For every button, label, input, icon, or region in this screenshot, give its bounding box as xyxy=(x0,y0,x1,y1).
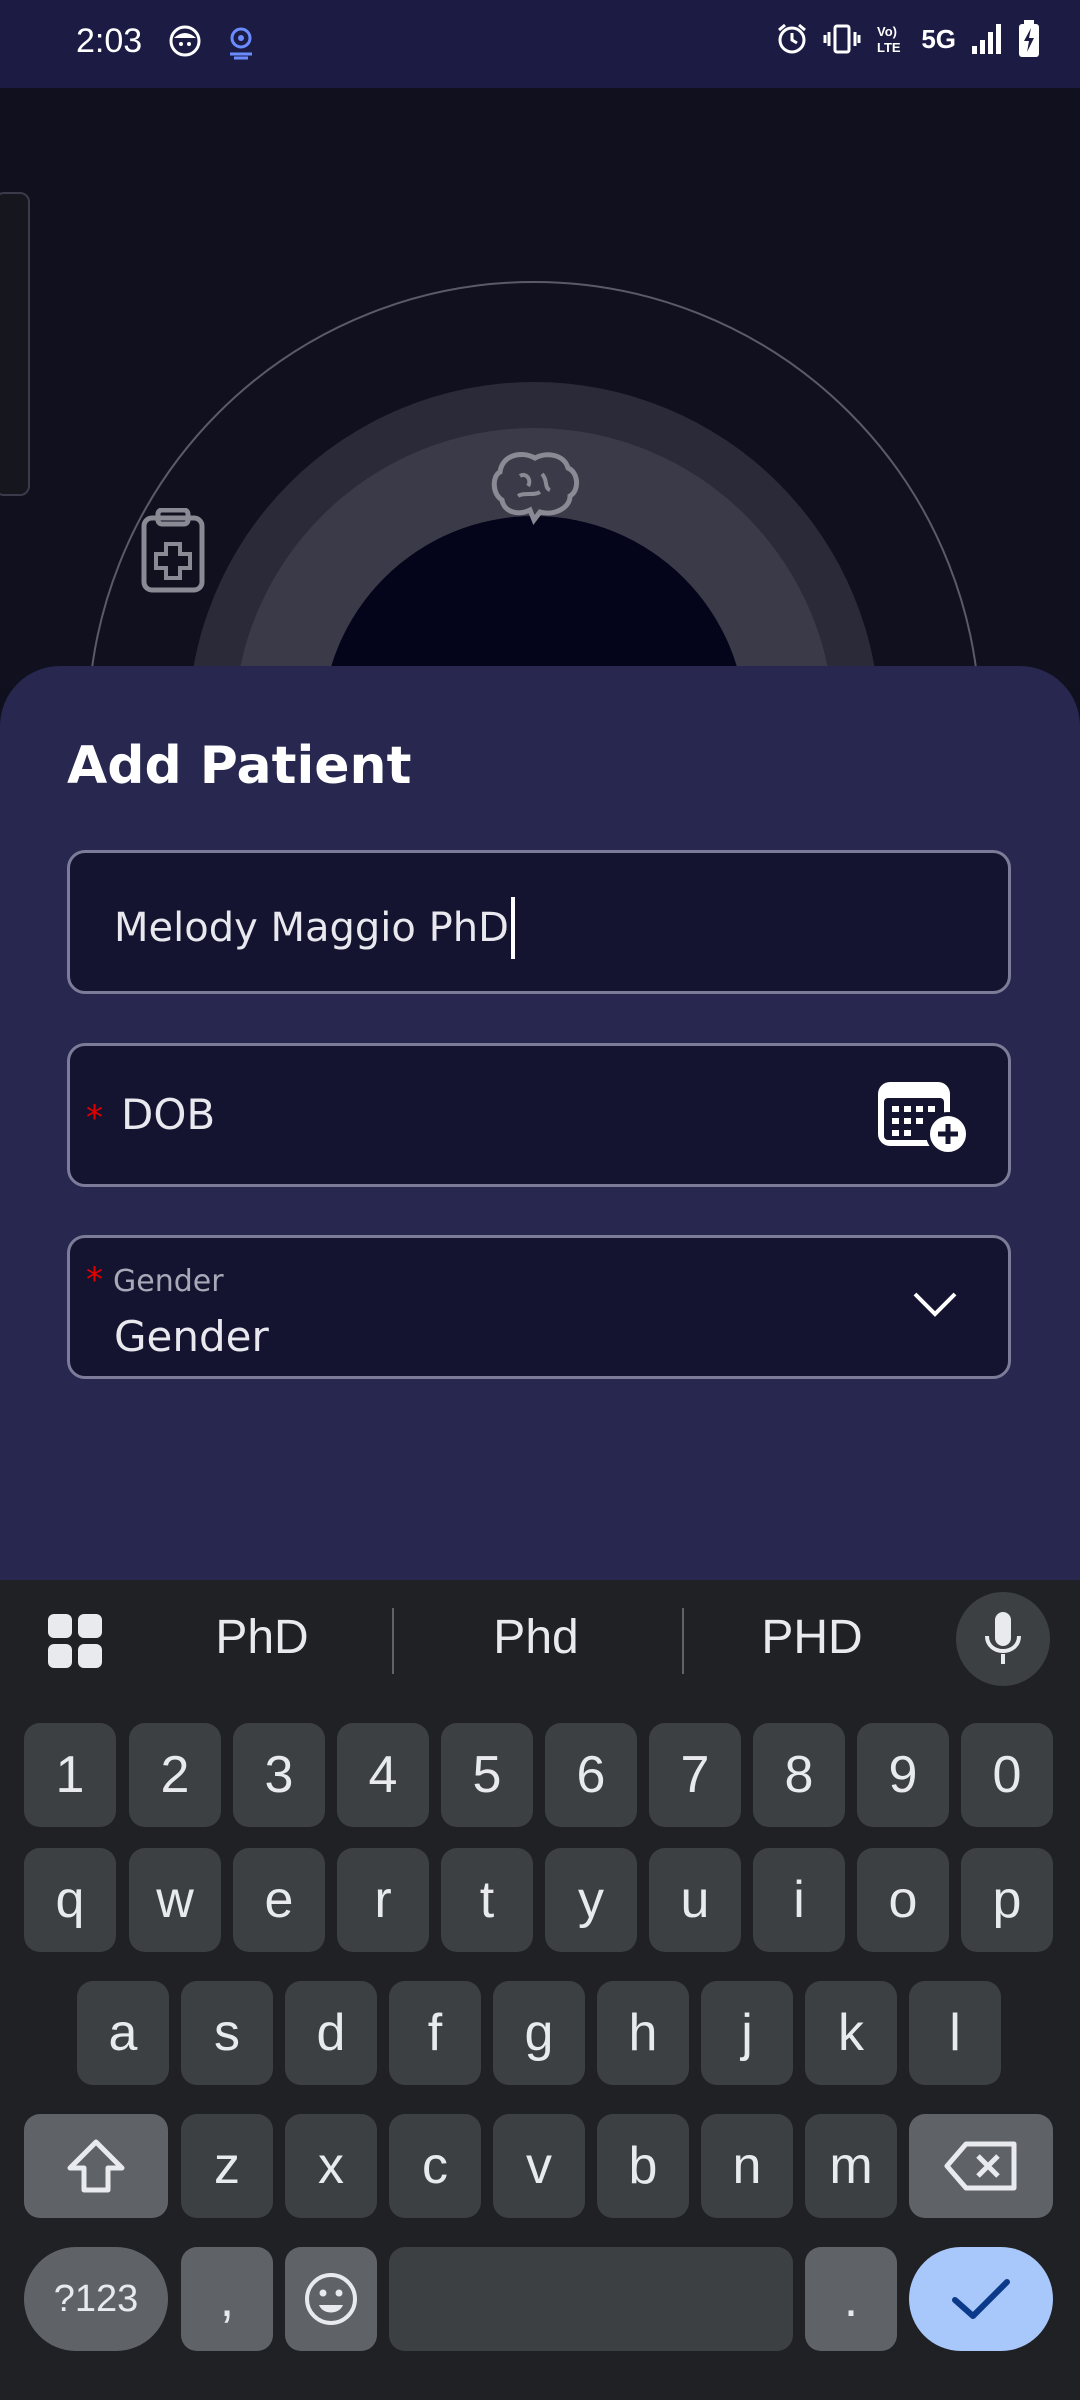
required-mark: * xyxy=(86,1260,103,1300)
suggestion-1[interactable]: PhD xyxy=(190,1610,334,1665)
key-6[interactable]: 6 xyxy=(545,1723,637,1827)
gender-dropdown[interactable]: * Gender Gender xyxy=(67,1235,1011,1379)
key-a[interactable]: a xyxy=(77,1981,169,2085)
key-2[interactable]: 2 xyxy=(129,1723,221,1827)
key-j[interactable]: j xyxy=(701,1981,793,2085)
sheet-title: Add Patient xyxy=(67,736,412,796)
dob-label: DOB xyxy=(121,1090,216,1139)
symbols-key[interactable]: ?123 xyxy=(24,2247,168,2351)
key-1[interactable]: 1 xyxy=(24,1723,116,1827)
key-m[interactable]: m xyxy=(805,2114,897,2218)
space-key[interactable] xyxy=(389,2247,793,2351)
suggestion-divider xyxy=(682,1608,684,1674)
voice-input-button[interactable] xyxy=(956,1592,1050,1686)
key-5[interactable]: 5 xyxy=(441,1723,533,1827)
face-icon xyxy=(169,25,201,57)
key-i[interactable]: i xyxy=(753,1848,845,1952)
key-7[interactable]: 7 xyxy=(649,1723,741,1827)
backspace-icon xyxy=(944,2141,1017,2191)
status-bar: 2:03 Vo) LTE 5G xyxy=(0,0,1080,88)
suggestion-strip: PhD Phd PHD xyxy=(0,1580,1080,1700)
key-v[interactable]: v xyxy=(493,2114,585,2218)
text-cursor xyxy=(510,897,515,959)
clipboard-medical-icon[interactable] xyxy=(138,508,208,594)
comma-key[interactable]: , xyxy=(181,2247,273,2351)
apps-grid-icon[interactable] xyxy=(48,1614,102,1668)
key-h[interactable]: h xyxy=(597,1981,689,2085)
key-r[interactable]: r xyxy=(337,1848,429,1952)
key-q[interactable]: q xyxy=(24,1848,116,1952)
key-8[interactable]: 8 xyxy=(753,1723,845,1827)
key-y[interactable]: y xyxy=(545,1848,637,1952)
vibrate-icon xyxy=(823,24,861,54)
battery-charging-icon xyxy=(1019,20,1039,57)
brain-icon[interactable] xyxy=(490,450,580,530)
emoji-icon xyxy=(305,2273,357,2325)
gender-floating-label: Gender xyxy=(113,1264,224,1299)
progress-rings xyxy=(88,281,980,688)
key-l[interactable]: l xyxy=(909,1981,1001,2085)
key-o[interactable]: o xyxy=(857,1848,949,1952)
done-key[interactable] xyxy=(909,2247,1053,2351)
key-n[interactable]: n xyxy=(701,2114,793,2218)
volte-icon: Vo) LTE xyxy=(877,24,901,55)
key-p[interactable]: p xyxy=(961,1848,1053,1952)
key-g[interactable]: g xyxy=(493,1981,585,2085)
key-t[interactable]: t xyxy=(441,1848,533,1952)
background-dashboard xyxy=(0,88,1080,688)
key-e[interactable]: e xyxy=(233,1848,325,1952)
suggestion-3[interactable]: PHD xyxy=(740,1610,884,1665)
shift-arrow-icon xyxy=(67,2139,125,2193)
key-k[interactable]: k xyxy=(805,1981,897,2085)
network-type: 5G xyxy=(921,23,956,54)
shift-key[interactable] xyxy=(24,2114,168,2218)
key-z[interactable]: z xyxy=(181,2114,273,2218)
key-f[interactable]: f xyxy=(389,1981,481,2085)
emoji-key[interactable] xyxy=(285,2247,377,2351)
suggestion-divider xyxy=(392,1608,394,1674)
status-time: 2:03 xyxy=(76,22,143,60)
key-u[interactable]: u xyxy=(649,1848,741,1952)
key-4[interactable]: 4 xyxy=(337,1723,429,1827)
location-icon xyxy=(230,27,252,60)
microphone-icon xyxy=(985,1612,1021,1664)
key-s[interactable]: s xyxy=(181,1981,273,2085)
calendar-add-icon[interactable] xyxy=(876,1076,970,1156)
key-w[interactable]: w xyxy=(129,1848,221,1952)
chevron-down-icon[interactable] xyxy=(912,1290,958,1320)
key-x[interactable]: x xyxy=(285,2114,377,2218)
patient-name-input[interactable]: Melody Maggio PhD xyxy=(67,850,1011,994)
key-9[interactable]: 9 xyxy=(857,1723,949,1827)
key-c[interactable]: c xyxy=(389,2114,481,2218)
key-b[interactable]: b xyxy=(597,2114,689,2218)
backspace-key[interactable] xyxy=(909,2114,1053,2218)
add-patient-sheet: Add Patient Melody Maggio PhD * DOB * Gend… xyxy=(0,666,1080,1582)
checkmark-icon xyxy=(952,2279,1010,2319)
svg-text:LTE: LTE xyxy=(877,40,901,55)
required-mark: * xyxy=(86,1098,103,1138)
svg-text:Vo): Vo) xyxy=(877,24,897,39)
suggestion-2[interactable]: Phd xyxy=(464,1610,608,1665)
gender-value: Gender xyxy=(114,1312,269,1361)
period-key[interactable]: . xyxy=(805,2247,897,2351)
signal-icon xyxy=(972,24,1001,54)
key-0[interactable]: 0 xyxy=(961,1723,1053,1827)
key-3[interactable]: 3 xyxy=(233,1723,325,1827)
alarm-icon xyxy=(778,23,807,54)
key-d[interactable]: d xyxy=(285,1981,377,2085)
patient-name-value: Melody Maggio PhD xyxy=(114,905,509,951)
dob-field[interactable]: * DOB xyxy=(67,1043,1011,1187)
soft-keyboard: PhD Phd PHD 1 2 3 4 5 6 7 8 9 0 q w e r … xyxy=(0,1580,1080,2400)
